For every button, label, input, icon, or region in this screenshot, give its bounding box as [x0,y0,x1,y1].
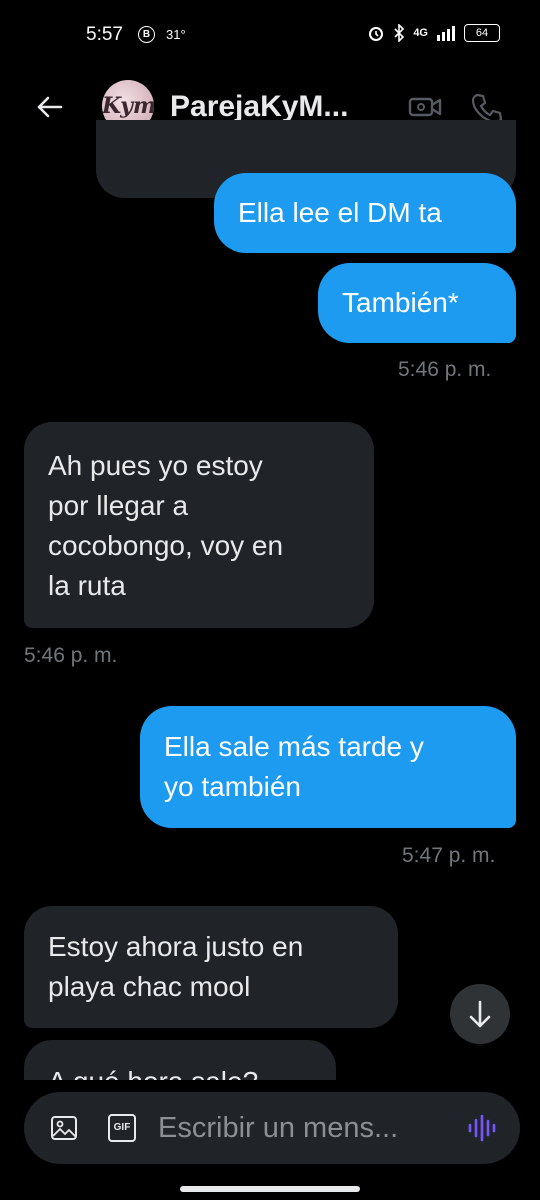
message-line: playa chac mool [48,971,251,1002]
battery-indicator: 64 [464,24,500,42]
clipped-message-container: A qué hora sale? [0,1040,540,1080]
message-line: Ella sale más tarde y [164,731,424,762]
conversation-title[interactable]: ParejaKyM... [170,90,348,124]
notification-b-icon: B [138,26,155,43]
message-received[interactable]: A qué hora sale? [24,1040,336,1080]
message-timestamp: 5:46 p. m. [24,644,118,667]
message-line: por llegar a [48,490,189,521]
message-sent[interactable]: Ella lee el DM ta [214,173,516,253]
message-text: A qué hora sale? [48,1062,312,1080]
message-line: Ah pues yo estoy [48,450,263,481]
gif-label: GIF [113,1122,131,1133]
message-input[interactable] [158,1110,458,1146]
message-line: la ruta [48,570,126,601]
message-text: También* [342,287,459,318]
message-line: cocobongo, voy en [48,530,284,561]
scroll-to-bottom-button[interactable] [450,984,510,1044]
alarm-icon [369,27,384,41]
video-camera-icon[interactable] [408,92,442,122]
network-label: 4G [413,27,428,39]
gesture-bar [180,1186,360,1192]
message-received[interactable]: Estoy ahora justo en playa chac mool [24,906,398,1028]
status-right-icons: 4G 64 [367,24,500,42]
signal-icon [437,26,455,41]
status-temperature: 31° [166,27,186,42]
image-icon[interactable] [50,1114,78,1142]
arrow-down-icon [469,1000,491,1028]
status-bar: 5:57 B 31° 4G 64 [0,0,540,70]
message-timestamp: 5:47 p. m. [402,844,496,867]
message-line: Estoy ahora justo en [48,931,304,962]
message-timestamp: 5:46 p. m. [398,358,492,381]
bluetooth-icon [394,24,405,42]
gif-button[interactable]: GIF [108,1114,136,1142]
message-sent[interactable]: También* [318,263,516,343]
message-sent[interactable]: Ella sale más tarde y yo también [140,706,516,828]
arrow-left-icon[interactable] [34,92,64,122]
message-line: yo también [164,771,301,802]
voice-wave-icon[interactable] [466,1112,498,1144]
status-time: 5:57 [86,24,123,45]
message-received[interactable]: Ah pues yo estoy por llegar a cocobongo,… [24,422,374,628]
message-text: Ella lee el DM ta [238,197,442,228]
message-composer: GIF [24,1092,520,1164]
